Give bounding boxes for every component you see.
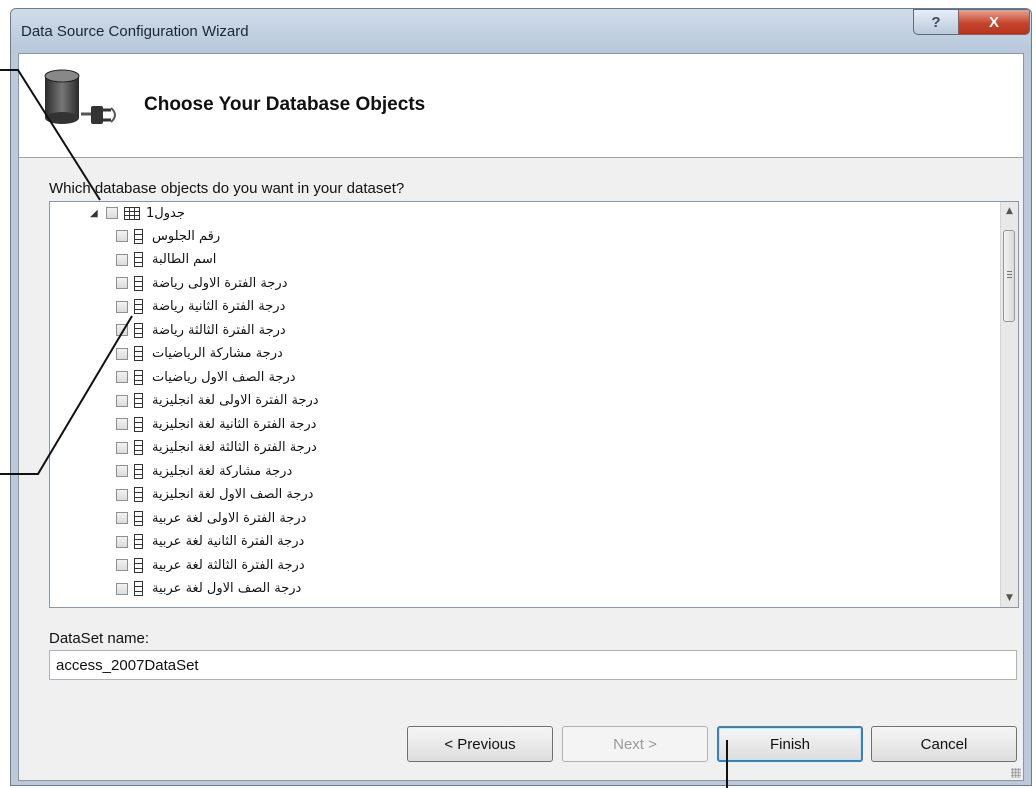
column-checkbox[interactable] xyxy=(116,418,128,430)
column-item[interactable]: درجة مشاركة الرياضيات xyxy=(116,343,283,365)
resize-grip-icon[interactable] xyxy=(1011,768,1021,778)
column-checkbox[interactable] xyxy=(116,300,128,313)
column-label: درجة الفترة الاولى لغة عربية xyxy=(152,510,307,526)
column-item[interactable]: درجة الفترة الاولى لغة انجليزية xyxy=(116,390,319,412)
scroll-thumb[interactable] xyxy=(1003,230,1015,322)
column-label: درجة الفترة الثانية رياضة xyxy=(152,299,286,314)
table-checkbox[interactable] xyxy=(106,207,118,219)
dataset-name-label: DataSet name: xyxy=(49,630,150,647)
column-item[interactable]: درجة الفترة الاولى لغة عربية xyxy=(116,507,306,529)
column-label: رقم الجلوس xyxy=(152,228,221,244)
finish-button[interactable]: Finish xyxy=(717,726,863,762)
grip-icon xyxy=(1007,271,1012,278)
wizard-window: Data Source Configuration Wizard ? X Cho… xyxy=(10,8,1032,786)
help-button[interactable]: ? xyxy=(913,9,959,35)
column-icon xyxy=(134,463,143,479)
scroll-down-arrow-icon[interactable]: ▼ xyxy=(1001,589,1018,607)
previous-button[interactable]: < Previous xyxy=(407,726,553,762)
dataset-name-input[interactable] xyxy=(49,650,1017,680)
database-objects-tree[interactable]: ◢ جدول1 رقم الجلوس اسم الطالبة درجة الفترة… xyxy=(49,201,1019,608)
column-label: درجة مشاركة الرياضيات xyxy=(152,346,283,361)
title-bar[interactable]: Data Source Configuration Wizard ? X xyxy=(11,9,1031,53)
column-icon xyxy=(134,440,143,455)
table-label: جدول1 xyxy=(146,205,185,221)
column-checkbox[interactable] xyxy=(116,535,128,548)
column-checkbox[interactable] xyxy=(116,559,128,571)
table-icon xyxy=(124,206,140,220)
column-checkbox[interactable] xyxy=(116,441,128,454)
column-icon xyxy=(134,487,143,502)
column-item[interactable]: درجة الصف الاول رياضيات xyxy=(116,366,296,388)
column-label: درجة الفترة الاولى رياضة xyxy=(152,275,288,291)
column-icon xyxy=(134,557,143,573)
column-icon xyxy=(134,346,143,361)
column-icon xyxy=(134,581,143,596)
column-checkbox[interactable] xyxy=(116,371,128,383)
column-item[interactable]: درجة الفترة الثانية لغة عربية xyxy=(116,531,304,553)
column-item[interactable]: درجة الفترة الثالثة لغة انجليزية xyxy=(116,437,317,459)
column-checkbox[interactable] xyxy=(116,465,128,477)
column-checkbox[interactable] xyxy=(116,324,128,336)
scroll-up-arrow-icon[interactable]: ▲ xyxy=(1001,202,1018,220)
wizard-body: Choose Your Database Objects Which datab… xyxy=(18,53,1024,781)
tree-scrollbar[interactable]: ▲ ▼ xyxy=(1000,202,1018,607)
column-label: درجة الفترة الثالثة رياضة xyxy=(152,322,286,338)
column-item[interactable]: درجة الفترة الاولى رياضة xyxy=(116,272,288,294)
tree-table-node[interactable]: ◢ جدول1 xyxy=(90,202,185,224)
column-icon xyxy=(134,322,143,338)
page-title: Choose Your Database Objects xyxy=(144,94,426,115)
window-title: Data Source Configuration Wizard xyxy=(21,23,249,40)
column-label: درجة الصف الاول رياضيات xyxy=(152,369,296,385)
column-checkbox[interactable] xyxy=(116,512,128,524)
column-item[interactable]: درجة مشاركة لغة انجليزية xyxy=(116,460,292,482)
column-icon xyxy=(134,534,143,549)
column-item[interactable]: درجة الفترة الثالثة رياضة xyxy=(116,319,286,341)
column-icon xyxy=(134,369,143,385)
close-icon: X xyxy=(988,13,999,31)
column-label: درجة الصف الاول لغة عربية xyxy=(152,581,302,596)
column-checkbox[interactable] xyxy=(116,253,128,266)
column-checkbox[interactable] xyxy=(116,277,128,289)
column-checkbox[interactable] xyxy=(116,230,128,242)
column-label: درجة الفترة الثالثة لغة عربية xyxy=(152,557,305,573)
column-label: درجة الفترة الثالثة لغة انجليزية xyxy=(152,440,317,455)
column-checkbox[interactable] xyxy=(116,582,128,595)
column-icon xyxy=(134,510,143,526)
column-label: درجة مشاركة لغة انجليزية xyxy=(152,463,293,479)
column-icon xyxy=(134,275,143,291)
column-icon xyxy=(134,252,143,267)
column-label: درجة الصف الاول لغة انجليزية xyxy=(152,487,314,502)
column-checkbox[interactable] xyxy=(116,394,128,407)
column-icon xyxy=(134,228,143,244)
column-icon xyxy=(134,416,143,432)
column-label: درجة الفترة الثانية لغة انجليزية xyxy=(152,416,317,432)
column-item[interactable]: اسم الطالبة xyxy=(116,249,216,271)
column-item[interactable]: درجة الفترة الثانية لغة انجليزية xyxy=(116,413,316,435)
column-icon xyxy=(134,299,143,314)
wizard-header: Choose Your Database Objects xyxy=(19,54,1023,158)
column-label: درجة الفترة الثانية لغة عربية xyxy=(152,534,305,549)
cancel-button[interactable]: Cancel xyxy=(871,726,1017,762)
next-button[interactable]: Next > xyxy=(562,726,708,762)
column-item[interactable]: درجة الفترة الثالثة لغة عربية xyxy=(116,554,305,576)
column-label: درجة الفترة الاولى لغة انجليزية xyxy=(152,393,319,408)
objects-question-label: Which database objects do you want in yo… xyxy=(49,180,405,197)
column-label: اسم الطالبة xyxy=(152,252,217,267)
column-item[interactable]: رقم الجلوس xyxy=(116,225,220,247)
help-icon: ? xyxy=(931,13,941,31)
column-checkbox[interactable] xyxy=(116,347,128,360)
database-plug-icon xyxy=(44,69,116,124)
column-icon xyxy=(134,393,143,408)
column-item[interactable]: درجة الفترة الثانية رياضة xyxy=(116,296,285,318)
column-item[interactable]: درجة الصف الاول لغة عربية xyxy=(116,578,301,600)
close-button[interactable]: X xyxy=(958,9,1030,35)
column-checkbox[interactable] xyxy=(116,488,128,501)
expand-triangle-icon[interactable]: ◢ xyxy=(90,208,100,219)
column-item[interactable]: درجة الصف الاول لغة انجليزية xyxy=(116,484,313,506)
